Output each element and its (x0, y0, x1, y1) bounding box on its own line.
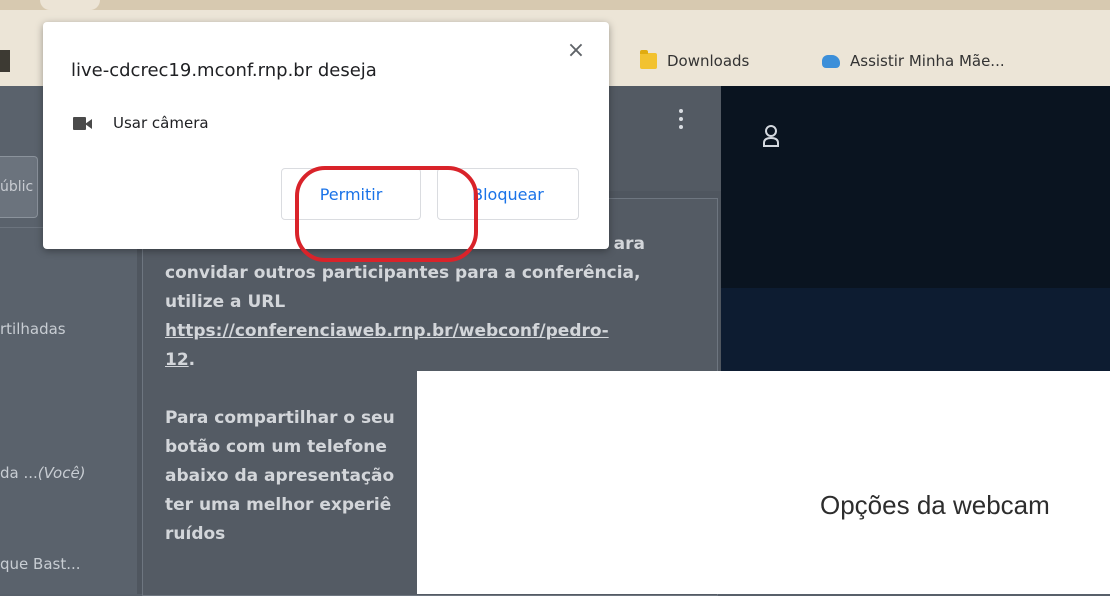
you-suffix: (Você) (37, 464, 86, 482)
sidebar-item-current-user[interactable]: da ...(Você) (0, 464, 130, 482)
webcam-modal-title: Opções da webcam (820, 490, 1050, 520)
sidebar-item-user[interactable]: que Bast... (0, 555, 130, 573)
bookmark-overflow-edge (0, 50, 10, 72)
bookmark-label: Assistir Minha Mãe... (850, 52, 1005, 70)
camera-permission-popup: live-cdcrec19.mconf.rnp.br deseja × Usar… (43, 22, 609, 262)
browser-top-strip (0, 0, 1110, 10)
cloud-icon (822, 54, 840, 68)
allow-button[interactable]: Permitir (281, 168, 421, 220)
bookmark-label: Downloads (667, 52, 750, 70)
bookmark-assistir[interactable]: Assistir Minha Mãe... (822, 48, 1005, 74)
conference-url-link-end[interactable]: 12 (165, 350, 189, 370)
sidebar-tab-public[interactable]: úblic (0, 156, 38, 218)
chat-punctuation: . (188, 350, 196, 370)
browser-tab-edge[interactable] (40, 0, 100, 10)
permission-request-row: Usar câmera (73, 114, 209, 132)
more-options-icon[interactable] (679, 109, 685, 129)
sidebar-item-label: rtilhadas (0, 320, 66, 338)
bookmark-downloads[interactable]: Downloads (640, 48, 749, 74)
sidebar-tab-label: úblic (0, 179, 34, 195)
webcam-options-modal (417, 371, 1110, 594)
user-icon[interactable] (762, 124, 780, 148)
folder-icon (640, 50, 657, 69)
video-camera-icon (73, 116, 93, 130)
conference-url-link[interactable]: https://conferenciaweb.rnp.br/webconf/pe… (165, 317, 705, 346)
close-icon[interactable]: × (565, 40, 587, 62)
permission-request-label: Usar câmera (113, 114, 209, 132)
sidebar-item-shared-notes[interactable]: rtilhadas (0, 320, 130, 338)
chat-line: utilize a URL (165, 292, 286, 312)
block-button[interactable]: Bloquear (437, 168, 579, 220)
chat-line: convidar outros participantes para a con… (165, 263, 641, 283)
sidebar-item-label: que Bast... (0, 555, 81, 573)
sidebar-item-label: da ... (0, 464, 38, 482)
permission-origin-title: live-cdcrec19.mconf.rnp.br deseja (71, 60, 377, 81)
